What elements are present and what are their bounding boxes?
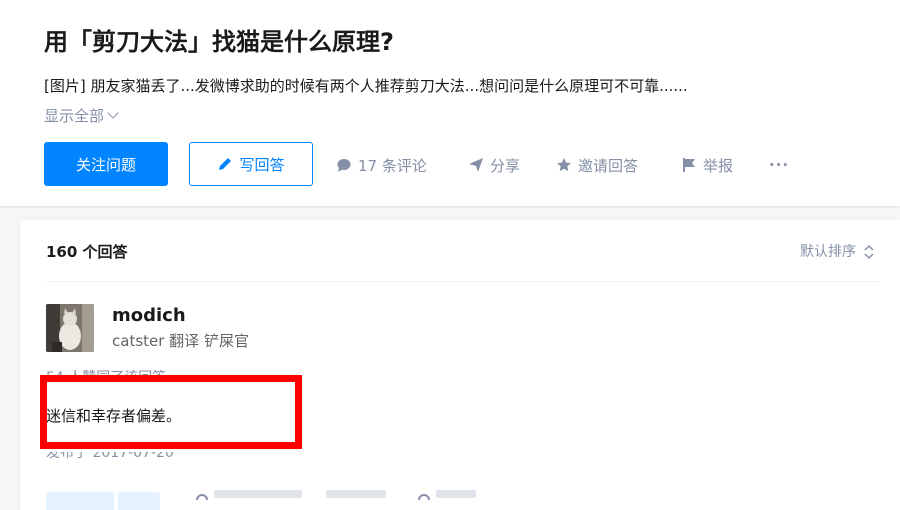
comment-bubble-icon: [337, 159, 351, 172]
share-label: 分享: [490, 156, 521, 175]
star-icon: [557, 158, 571, 172]
report-label: 举报: [703, 156, 734, 175]
comments-label: 17 条评论: [358, 156, 427, 175]
paper-plane-icon: [469, 158, 483, 172]
share-button[interactable]: 分享: [468, 153, 520, 177]
invite-answer-label: 邀请回答: [578, 156, 639, 175]
answers-card: 160 个回答 默认排序 modich catster 翻译 铲屎官 54 人赞…: [20, 220, 900, 510]
comments-button[interactable]: 17 条评论: [336, 153, 427, 177]
vote-summary: 54 人赞同了该回答: [46, 370, 167, 386]
header-divider: [46, 281, 880, 282]
write-answer-label: 写回答: [239, 155, 285, 174]
invite-answer-button[interactable]: 邀请回答: [556, 153, 638, 177]
sort-dropdown[interactable]: 默认排序: [800, 240, 874, 264]
chevron-down-icon: [107, 107, 119, 119]
vote-up-button[interactable]: [46, 492, 114, 510]
follow-question-button[interactable]: 关注问题: [44, 142, 168, 186]
author-bio: catster 翻译 铲屎官: [112, 332, 249, 350]
answer-content: 迷信和幸存者偏差。: [46, 407, 182, 425]
write-answer-button[interactable]: 写回答: [189, 142, 313, 186]
more-button[interactable]: ···: [769, 153, 789, 177]
publish-date[interactable]: 发布于 2017-07-20: [46, 452, 174, 464]
sort-updown-icon: [864, 244, 874, 260]
comment-bubble-icon: [196, 494, 208, 500]
heart-icon: [418, 494, 430, 500]
sort-label: 默认排序: [800, 244, 856, 260]
question-excerpt[interactable]: [图片] 朋友家猫丢了...发微博求助的时候有两个人推荐剪刀大法...想问问是什…: [44, 74, 874, 98]
avatar[interactable]: [46, 304, 94, 352]
question-header: 用「剪刀大法」找猫是什么原理? [图片] 朋友家猫丢了...发微博求助的时候有两…: [0, 0, 900, 206]
question-title: 用「剪刀大法」找猫是什么原理?: [44, 28, 394, 56]
vote-down-button[interactable]: [118, 492, 160, 510]
pencil-icon: [219, 158, 232, 170]
report-button[interactable]: 举报: [681, 153, 733, 177]
answer-count: 160 个回答: [46, 243, 128, 261]
author-name[interactable]: modich: [112, 304, 186, 328]
show-all-button[interactable]: 显示全部: [44, 105, 119, 127]
flag-icon: [683, 158, 695, 172]
show-all-label: 显示全部: [44, 107, 105, 125]
